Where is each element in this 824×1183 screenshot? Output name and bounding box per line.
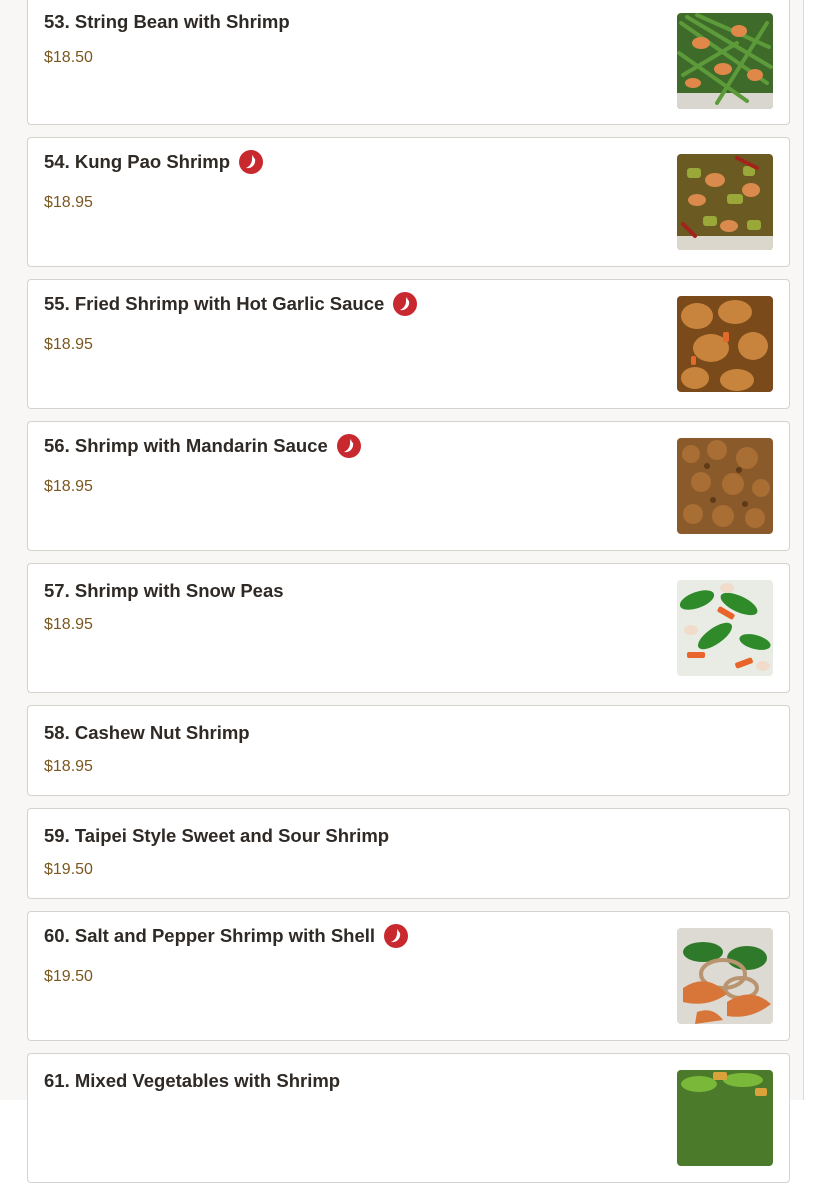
dish-photo[interactable] [677,296,773,392]
chili-pepper-icon [336,434,361,458]
dish-photo[interactable] [677,13,773,109]
menu-item-price: $18.95 [44,336,93,353]
menu-item-price: $18.95 [44,758,93,775]
menu-item-price: $18.95 [44,478,93,495]
menu-item-name: 56. Shrimp with Mandarin Sauce [44,435,328,456]
menu-item-title: 53. String Bean with Shrimp [44,11,290,33]
menu-item-price: $18.95 [44,616,93,633]
dish-photo[interactable] [677,154,773,250]
menu-item-title: 54. Kung Pao Shrimp [44,150,264,174]
menu-item-title: 57. Shrimp with Snow Peas [44,580,284,602]
menu-item-list: 53. String Bean with Shrimp $18.50 54. K… [0,0,803,1183]
menu-item-title: 59. Taipei Style Sweet and Sour Shrimp [44,825,389,847]
menu-item-price: $19.50 [44,968,93,985]
menu-item-name: 60. Salt and Pepper Shrimp with Shell [44,925,376,946]
chili-pepper-icon [384,924,409,948]
menu-item-card[interactable]: 53. String Bean with Shrimp $18.50 [27,0,790,125]
menu-item-name: 54. Kung Pao Shrimp [44,151,231,172]
dish-photo[interactable] [677,1070,773,1166]
menu-item-card[interactable]: 60. Salt and Pepper Shrimp with Shell $1… [27,911,790,1041]
chili-pepper-icon [239,150,264,174]
menu-item-name: 55. Fried Shrimp with Hot Garlic Sauce [44,293,385,314]
dish-photo[interactable] [677,580,773,676]
menu-item-name: 61. Mixed Vegetables with Shrimp [44,1070,341,1091]
menu-item-name: 53. String Bean with Shrimp [44,11,290,32]
menu-item-card[interactable]: 55. Fried Shrimp with Hot Garlic Sauce $… [27,279,790,409]
dish-photo[interactable] [677,928,773,1024]
menu-item-title: 61. Mixed Vegetables with Shrimp [44,1070,340,1092]
menu-item-card[interactable]: 54. Kung Pao Shrimp $18.95 [27,137,790,267]
menu-item-name: 57. Shrimp with Snow Peas [44,580,284,601]
menu-item-title: 58. Cashew Nut Shrimp [44,722,250,744]
menu-item-card[interactable]: 59. Taipei Style Sweet and Sour Shrimp $… [27,808,790,899]
menu-item-title: 60. Salt and Pepper Shrimp with Shell [44,924,409,948]
menu-item-price: $18.50 [44,49,93,66]
dish-photo[interactable] [677,438,773,534]
menu-item-name: 59. Taipei Style Sweet and Sour Shrimp [44,825,390,846]
menu-item-name: 58. Cashew Nut Shrimp [44,722,250,743]
menu-item-card[interactable]: 57. Shrimp with Snow Peas $18.95 [27,563,790,693]
menu-item-card[interactable]: 56. Shrimp with Mandarin Sauce $18.95 [27,421,790,551]
menu-item-title: 56. Shrimp with Mandarin Sauce [44,434,361,458]
menu-item-card[interactable]: 61. Mixed Vegetables with Shrimp [27,1053,790,1183]
menu-item-price: $19.50 [44,861,93,878]
menu-item-title: 55. Fried Shrimp with Hot Garlic Sauce [44,292,418,316]
chili-pepper-icon [393,292,418,316]
menu-item-card[interactable]: 58. Cashew Nut Shrimp $18.95 [27,705,790,796]
menu-item-price: $18.95 [44,194,93,211]
